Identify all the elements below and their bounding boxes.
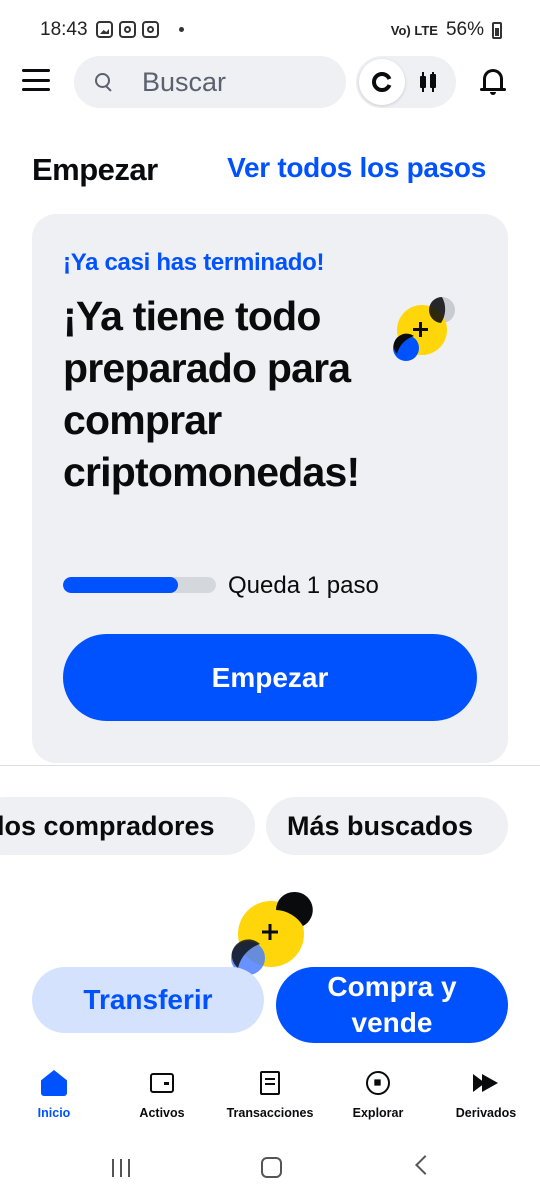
back-icon[interactable]	[415, 1155, 435, 1175]
coinbase-c-icon[interactable]	[359, 59, 405, 105]
nav-item-inicio[interactable]: Inicio	[0, 1058, 108, 1128]
compass-icon	[363, 1068, 393, 1098]
nav-label: Transacciones	[226, 1106, 314, 1120]
chip-mas-buscados[interactable]: Más buscados	[266, 797, 508, 855]
divider	[0, 765, 540, 766]
chip-compradores[interactable]: los compradores	[0, 797, 255, 855]
top-bar	[0, 54, 540, 110]
coin-plus-illustration-icon	[393, 297, 455, 361]
more-notifications-dot	[179, 27, 184, 32]
instagram-icon	[119, 21, 136, 38]
wifi-signal-icon: Vo) LTE	[390, 22, 438, 38]
progress-row: Queda 1 paso	[63, 572, 483, 606]
bottom-nav: Inicio Activos Transacciones Explorar De…	[0, 1058, 540, 1128]
battery-percent: 56%	[445, 19, 484, 40]
notification-icons	[96, 21, 184, 38]
nav-item-derivados[interactable]: Derivados	[432, 1058, 540, 1128]
home-icon	[39, 1068, 69, 1098]
mode-toggle[interactable]	[356, 56, 456, 108]
search-icon	[94, 72, 114, 92]
action-buttons: Transferir Compra y vende	[32, 967, 508, 1044]
progress-bar-fill	[63, 577, 178, 593]
category-chips: los compradores Más buscados	[0, 797, 540, 855]
card-eyebrow: ¡Ya casi has terminado!	[63, 249, 325, 276]
bell-icon[interactable]	[480, 67, 506, 95]
nav-item-explorar[interactable]: Explorar	[324, 1058, 432, 1128]
system-nav-bar	[0, 1140, 540, 1200]
nav-label: Derivados	[455, 1106, 517, 1120]
nav-item-activos[interactable]: Activos	[108, 1058, 216, 1128]
hamburger-menu-icon[interactable]	[22, 69, 50, 91]
getting-started-header: Empezar Ver todos los pasos	[32, 152, 508, 196]
section-title: Empezar	[32, 152, 158, 187]
system-indicators: Vo) LTE 56%	[391, 19, 502, 41]
search-bar[interactable]	[74, 56, 346, 108]
card-title: ¡Ya tiene todo preparado para comprar cr…	[63, 293, 360, 495]
nav-label: Explorar	[352, 1106, 404, 1120]
status-time: 18:43	[40, 19, 88, 40]
nav-label: Inicio	[37, 1106, 71, 1120]
progress-bar	[63, 577, 216, 593]
onboarding-card: ¡Ya casi has terminado! ¡Ya tiene todo p…	[32, 214, 508, 763]
recent-apps-icon[interactable]	[112, 1159, 132, 1177]
battery-icon	[492, 21, 502, 39]
view-all-steps-link[interactable]: Ver todos los pasos	[227, 152, 486, 184]
nav-label: Activos	[139, 1106, 185, 1120]
gallery-icon	[96, 21, 113, 38]
home-button-icon[interactable]	[261, 1157, 282, 1178]
search-input[interactable]	[142, 66, 322, 98]
candlestick-icon[interactable]	[420, 72, 438, 92]
transfer-button[interactable]: Transferir	[32, 967, 264, 1033]
progress-text: Queda 1 paso	[228, 572, 379, 599]
derivatives-icon	[471, 1068, 501, 1098]
status-bar: 18:43 Vo) LTE 56%	[0, 0, 540, 60]
receipt-icon	[255, 1068, 285, 1098]
nav-item-transacciones[interactable]: Transacciones	[216, 1058, 324, 1128]
buy-sell-button[interactable]: Compra y vende	[276, 967, 508, 1043]
instagram-icon-2	[142, 21, 159, 38]
wallet-icon	[147, 1068, 177, 1098]
start-button[interactable]: Empezar	[63, 634, 477, 721]
